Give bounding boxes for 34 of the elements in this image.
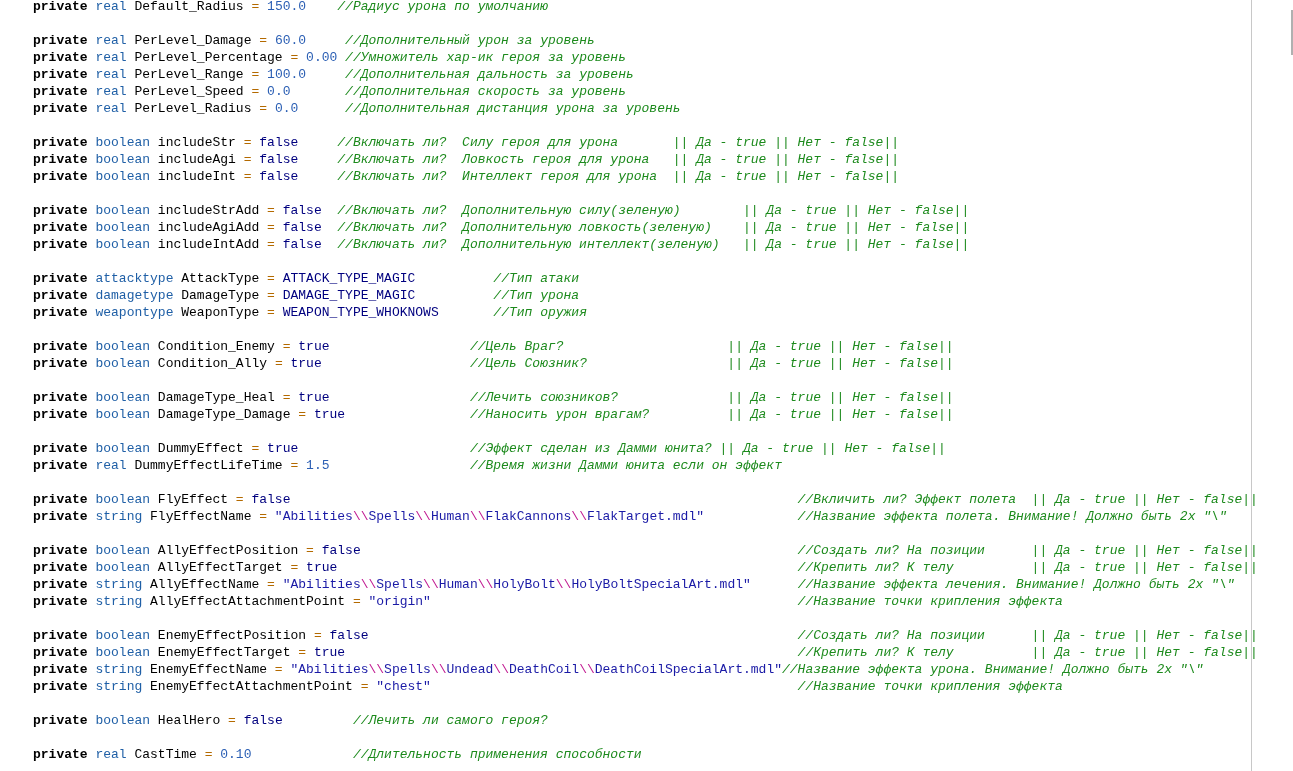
code-line: private string AllyEffectName = "Abilities\\Spells\\Human\\HolyBolt\\HolyBoltSpecialArt.mdl" //Название эффекта лечения. Внимание! Должно быть 2x "\" <box>33 576 1236 593</box>
code-line: private string AllyEffectAttachmentPoint = "origin" //Название точки крипления эффекта <box>33 593 1064 610</box>
code-line: private boolean AllyEffectTarget = true //Крепить ли? К телу || Да - true || Нет - false|| <box>33 559 1259 576</box>
code-line: private boolean HealHero = false //Лечить ли самого героя? <box>33 712 549 729</box>
code-line: private attacktype AttackType = ATTACK_TYPE_MAGIC //Тип атаки <box>33 270 581 287</box>
code-line: private boolean includeAgi = false //Включать ли? Ловкость героя для урона || Да - true || Нет - false|| <box>33 151 900 168</box>
code-line: private real CastTime = 0.10 //Длительность применения способности <box>33 746 643 763</box>
code-line: private boolean includeStr = false //Включать ли? Силу героя для урона || Да - true || Нет - false|| <box>33 134 900 151</box>
code-line: private string FlyEffectName = "Abilities\\Spells\\Human\\FlakCannons\\FlakTarget.mdl" //Название эффекта полета. Внимание! Должно быть 2x "\" <box>33 508 1228 525</box>
code-line: private boolean FlyEffect = false //Вкличить ли? Эффект полета || Да - true || Нет - false|| <box>33 491 1259 508</box>
code-line: private real PerLevel_Speed = 0.0 //Дополнительная скорость за уровень <box>33 83 627 100</box>
code-line: private real Default_Radius = 150.0 //Радиус урона по умолчанию <box>33 0 549 15</box>
code-line: private boolean includeStrAdd = false //Включать ли? Дополнительную силу(зеленую) || Да - true || Нет - false|| <box>33 202 971 219</box>
code-line: private boolean AllyEffectPosition = false //Создать ли? На позиции || Да - true || Нет - false|| <box>33 542 1259 559</box>
code-line: private boolean EnemyEffectPosition = false //Создать ли? На позиции || Да - true || Нет - false|| <box>33 627 1259 644</box>
code-line: private boolean Condition_Ally = true //Цель Союзник? || Да - true || Нет - false|| <box>33 355 955 372</box>
code-line: private boolean DummyEffect = true //Эффект сделан из Дамми юнита? || Да - true || Нет - false|| <box>33 440 947 457</box>
code-line: private boolean DamageType_Damage = true //Наносить урон врагам? || Да - true || Нет - false|| <box>33 406 955 423</box>
code-line: private real PerLevel_Range = 100.0 //Дополнительная дальность за уровень <box>33 66 635 83</box>
code-line: private boolean EnemyEffectTarget = true //Крепить ли? К телу || Да - true || Нет - false|| <box>33 644 1259 661</box>
code-line: private string EnemyEffectAttachmentPoint = "chest" //Название точки крипления эффекта <box>33 678 1064 695</box>
code-line: private boolean includeAgiAdd = false //Включать ли? Дополнительную ловкость(зеленую) || Да - true || Нет - false|| <box>33 219 971 236</box>
code-line: private real DummyEffectLifeTime = 1.5 //Время жизни Дамми юнита если он эффект <box>33 457 783 474</box>
code-line: private damagetype DamageType = DAMAGE_TYPE_MAGIC //Тип урона <box>33 287 581 304</box>
code-line: private string EnemyEffectName = "Abilities\\Spells\\Undead\\DeathCoil\\DeathCoilSpecialArt.mdl"//Название эффекта урона. Внимание! Должно быть 2x "\" <box>33 661 1205 678</box>
code-line: private weapontype WeaponType = WEAPON_TYPE_WHOKNOWS //Тип оружия <box>33 304 588 321</box>
code-line: private real PerLevel_Radius = 0.0 //Дополнительная дистанция урона за уровень <box>33 100 682 117</box>
code-line: private real PerLevel_Percentage = 0.00 //Умножитель хар-ик героя за уровень <box>33 49 627 66</box>
code-line: private boolean DamageType_Heal = true //Лечить союзников? || Да - true || Нет - false|| <box>33 389 955 406</box>
code-line: private boolean includeIntAdd = false //Включать ли? Дополнительную интеллект(зеленую) || Да - true || Нет - false|| <box>33 236 971 253</box>
scrollbar-thumb[interactable] <box>1291 10 1293 55</box>
code-line: private real PerLevel_Damage = 60.0 //Дополнительный урон за уровень <box>33 32 596 49</box>
code-line: private boolean includeInt = false //Включать ли? Интеллект героя для урона || Да - true || Нет - false|| <box>33 168 900 185</box>
code-line: private boolean Condition_Enemy = true //Цель Враг? || Да - true || Нет - false|| <box>33 338 955 355</box>
